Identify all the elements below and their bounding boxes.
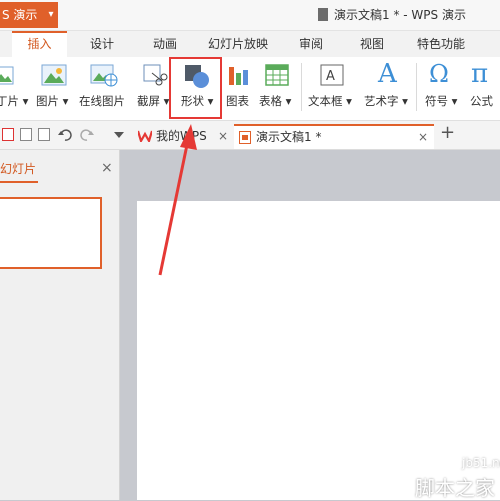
- ribbon-table-button[interactable]: 表格 ▾: [257, 57, 297, 120]
- pdf-export-icon[interactable]: [2, 128, 14, 141]
- undo-icon[interactable]: [58, 128, 72, 142]
- tab-insert[interactable]: 插入: [12, 31, 67, 57]
- online-picture-icon: [90, 64, 118, 87]
- ribbon-shape-button[interactable]: 形状 ▾: [169, 57, 222, 120]
- ribbon-wordart-button[interactable]: A 艺术字 ▾: [362, 57, 412, 120]
- tab-special-features[interactable]: 特色功能: [408, 31, 474, 57]
- ribbon-toolbar: 丁片 ▾ 图片 ▾ 在线图片 截屏 ▾ 形状 ▾ 图表 表格 ▾ A 文本框 ▾…: [0, 57, 500, 121]
- table-icon: [265, 64, 289, 86]
- window-title: 演示文稿1 * - WPS 演示: [334, 8, 466, 22]
- ribbon-picture-button[interactable]: 图片 ▾: [33, 57, 75, 120]
- textbox-icon: A: [320, 64, 344, 86]
- doc-tab-presentation[interactable]: 演示文稿1 * ×: [234, 124, 434, 149]
- screenshot-icon: [143, 64, 168, 86]
- watermark-text: 脚本之家: [415, 476, 495, 500]
- ribbon-label: 图表: [226, 94, 249, 108]
- ribbon-label: 文本框 ▾: [308, 94, 352, 108]
- new-tab-icon[interactable]: +: [440, 122, 455, 143]
- ribbon-symbol-button[interactable]: Ω 符号 ▾: [420, 57, 464, 120]
- watermark-url: jb51.net: [462, 456, 500, 470]
- tab-list-dropdown-icon[interactable]: [114, 132, 124, 139]
- ribbon-separator: [301, 63, 302, 111]
- image-icon: [0, 66, 14, 85]
- ribbon-label: 符号 ▾: [425, 94, 458, 108]
- tab-slideshow[interactable]: 幻灯片放映: [202, 31, 274, 57]
- panel-tab-underline: [0, 181, 38, 183]
- document-icon: [318, 8, 328, 21]
- quick-access-bar: 我的WPS × 演示文稿1 * × +: [0, 121, 500, 150]
- ribbon-label: 公式: [470, 94, 493, 108]
- ribbon-separator: [416, 63, 417, 111]
- shape-icon: [185, 65, 209, 88]
- app-menu-caret-icon[interactable]: ▾: [44, 2, 58, 28]
- redo-icon[interactable]: [80, 128, 94, 142]
- picture-icon: [41, 64, 67, 86]
- ribbon-chart-button[interactable]: 图表: [224, 57, 256, 120]
- ribbon-label: 形状 ▾: [181, 94, 214, 108]
- ribbon-insert-image-button[interactable]: 丁片 ▾: [0, 57, 30, 120]
- symbol-icon: Ω: [429, 60, 449, 88]
- print-preview-icon[interactable]: [38, 128, 50, 141]
- close-icon[interactable]: ×: [418, 126, 428, 148]
- tab-review[interactable]: 审阅: [288, 31, 334, 57]
- close-icon[interactable]: ×: [218, 124, 228, 149]
- annotation-arrow-icon: [158, 124, 197, 276]
- app-menu-label: S 演示: [2, 8, 38, 22]
- chart-icon: [229, 67, 248, 85]
- ribbon-online-picture-button[interactable]: 在线图片: [78, 57, 130, 120]
- svg-text:A: A: [326, 69, 335, 84]
- tab-design[interactable]: 设计: [78, 31, 126, 57]
- ribbon-label: 在线图片: [79, 94, 125, 108]
- wordart-icon: A: [378, 59, 397, 89]
- formula-icon: π: [471, 59, 489, 89]
- ribbon-tabs: 插入 设计 动画 幻灯片放映 审阅 视图 特色功能: [0, 31, 500, 57]
- ribbon-label: 图片 ▾: [36, 94, 69, 108]
- close-icon[interactable]: ×: [101, 160, 113, 176]
- ribbon-textbox-button[interactable]: A 文本框 ▾: [306, 57, 358, 120]
- ribbon-label: 艺术字 ▾: [364, 94, 408, 108]
- print-icon[interactable]: [20, 128, 32, 141]
- tab-animation[interactable]: 动画: [140, 31, 190, 57]
- slide-thumbnail[interactable]: [0, 197, 102, 269]
- ribbon-label: 丁片 ▾: [0, 94, 29, 108]
- presentation-doc-icon: [239, 131, 251, 144]
- ribbon-label: 表格 ▾: [259, 94, 292, 108]
- ribbon-label: 截屏 ▾: [137, 94, 170, 108]
- doc-tab-label: 演示文稿1 *: [256, 130, 322, 144]
- title-bar: S 演示 ▾ 演示文稿1 * - WPS 演示: [0, 0, 500, 31]
- ribbon-formula-button[interactable]: π 公式: [466, 57, 500, 120]
- tab-view[interactable]: 视图: [349, 31, 395, 57]
- panel-title: 幻灯片: [0, 162, 37, 176]
